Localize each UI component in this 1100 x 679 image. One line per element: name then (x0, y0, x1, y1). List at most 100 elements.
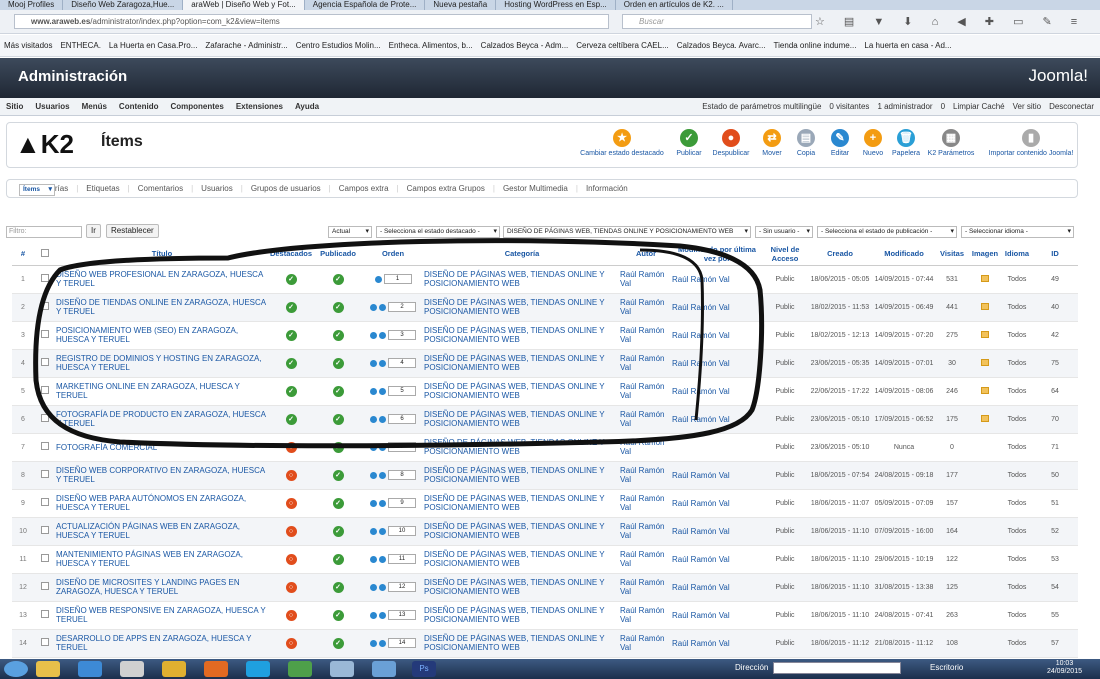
item-title-link[interactable]: DISEÑO WEB RESPONSIVE EN ZARAGOZA, HUESC… (56, 601, 268, 630)
row-checkbox[interactable] (41, 638, 49, 646)
item-title-link[interactable]: DISEÑO WEB PARA AUTÓNOMOS EN ZARAGOZA, H… (56, 489, 268, 518)
menu-item[interactable]: Ayuda (295, 98, 319, 116)
order-down-icon[interactable] (379, 471, 386, 479)
order-up-icon[interactable] (370, 331, 377, 339)
order-up-icon[interactable] (370, 639, 377, 647)
column-header[interactable]: Modificado por última vez por (672, 243, 762, 266)
row-checkbox[interactable] (41, 330, 49, 338)
order-up-icon[interactable] (374, 275, 382, 283)
author-link[interactable]: Raúl Ramón Val (620, 573, 672, 602)
menu-item[interactable]: Extensiones (236, 98, 283, 116)
toolbar-button[interactable]: ▮ Importar contenido Joomla! (985, 129, 1077, 157)
item-title-link[interactable]: DESARROLLO DE APPS EN ZARAGOZA, HUESCA Y… (56, 629, 268, 658)
published-toggle-icon[interactable]: ✓ (332, 609, 344, 621)
author-link[interactable]: Raúl Ramón Val (620, 349, 672, 378)
item-title-link[interactable]: DISEÑO WEB CORPORATIVO EN ZARAGOZA, HUES… (56, 461, 268, 490)
modified-by-link[interactable]: Raúl Ramón Val (672, 321, 762, 350)
item-title-link[interactable]: POSICIONAMIENTO WEB (SEO) EN ZARAGOZA, H… (56, 321, 268, 350)
toolbar-button[interactable]: ▤ Copia (791, 129, 821, 157)
order-input[interactable]: 3 (388, 330, 416, 340)
reset-button[interactable]: Restablecer (106, 224, 159, 238)
row-checkbox[interactable] (41, 554, 49, 562)
modified-by-link[interactable]: Raúl Ramón Val (672, 461, 762, 490)
category-link[interactable]: DISEÑO DE PÁGINAS WEB, TIENDAS ONLINE Y … (424, 293, 620, 322)
browser-tab[interactable]: Agencia Española de Prote... (305, 0, 426, 10)
row-checkbox[interactable] (41, 498, 49, 506)
author-link[interactable]: Raúl Ramón Val (620, 629, 672, 658)
column-header[interactable]: ID (1032, 243, 1078, 266)
order-input[interactable]: 11 (388, 554, 416, 564)
image-icon[interactable] (981, 302, 989, 310)
order-down-icon[interactable] (379, 499, 386, 507)
row-checkbox[interactable] (41, 414, 49, 422)
bookmark-item[interactable]: Cerveza celtíbera CAEL... (576, 41, 668, 50)
category-link[interactable]: DISEÑO DE PÁGINAS WEB, TIENDAS ONLINE Y … (424, 377, 620, 406)
order-input[interactable]: 5 (388, 386, 416, 396)
item-title-link[interactable]: DISEÑO WEB PROFESIONAL EN ZARAGOZA, HUES… (56, 265, 268, 294)
featured-toggle-icon[interactable]: ○ (285, 441, 297, 453)
published-toggle-icon[interactable]: ✓ (332, 329, 344, 341)
row-checkbox[interactable] (41, 274, 49, 282)
image-icon[interactable] (981, 274, 989, 282)
order-up-icon[interactable] (370, 303, 377, 311)
category-link[interactable]: DISEÑO DE PÁGINAS WEB, TIENDAS ONLINE Y … (424, 629, 620, 658)
browser-search-input[interactable]: Buscar (622, 14, 812, 29)
browser-tab[interactable]: Diseño Web Zaragoza,Hue... (63, 0, 184, 10)
state-select[interactable]: Actual (328, 226, 372, 238)
order-up-icon[interactable] (370, 415, 377, 423)
category-link[interactable]: DISEÑO DE PÁGINAS WEB, TIENDAS ONLINE Y … (424, 573, 620, 602)
modified-by-link[interactable]: Raúl Ramón Val (672, 629, 762, 658)
featured-toggle-icon[interactable]: ✓ (285, 385, 297, 397)
order-input[interactable]: 9 (388, 498, 416, 508)
category-link[interactable]: DISEÑO DE PÁGINAS WEB, TIENDAS ONLINE Y … (424, 265, 620, 294)
item-title-link[interactable]: REGISTRO DE DOMINIOS Y HOSTING EN ZARAGO… (56, 349, 268, 378)
order-up-icon[interactable] (370, 359, 377, 367)
media-icon[interactable] (78, 661, 102, 677)
bookmark-item[interactable]: La huerta en casa - Ad... (864, 41, 951, 50)
category-link[interactable]: DISEÑO DE PÁGINAS WEB, TIENDAS ONLINE Y … (424, 545, 620, 574)
order-up-icon[interactable] (370, 527, 377, 535)
toolbar-button[interactable]: ▦ K2 Parámetros (925, 129, 977, 157)
explorer-icon[interactable] (36, 661, 60, 677)
bookmark-item[interactable]: Más visitados (4, 41, 52, 50)
modified-by-link[interactable]: Raúl Ramón Val (672, 517, 762, 546)
item-title-link[interactable]: FOTOGRAFÍA DE PRODUCTO EN ZARAGOZA, HUES… (56, 405, 268, 434)
row-checkbox[interactable] (41, 610, 49, 618)
row-checkbox[interactable] (41, 302, 49, 310)
modified-by-link[interactable]: Raúl Ramón Val (672, 265, 762, 294)
author-link[interactable]: Raúl Ramón Val (620, 405, 672, 434)
column-header[interactable]: Modificado (872, 243, 936, 266)
go-button[interactable]: Ir (86, 224, 101, 238)
bookmark-item[interactable]: Calzados Beyca - Adm... (481, 41, 569, 50)
address-input[interactable] (773, 662, 901, 674)
browser-tab[interactable]: Nueva pestaña (425, 0, 497, 10)
featured-toggle-icon[interactable]: ○ (285, 581, 297, 593)
category-link[interactable]: DISEÑO DE PÁGINAS WEB, TIENDAS ONLINE Y … (424, 321, 620, 350)
featured-toggle-icon[interactable]: ✓ (285, 329, 297, 341)
published-toggle-icon[interactable]: ✓ (332, 637, 344, 649)
order-input[interactable]: 10 (388, 526, 416, 536)
order-input[interactable]: 1 (383, 274, 412, 284)
row-checkbox[interactable] (41, 470, 49, 478)
column-header[interactable]: Creado (808, 243, 872, 266)
published-toggle-icon[interactable]: ✓ (332, 273, 344, 285)
published-toggle-icon[interactable]: ✓ (332, 553, 344, 565)
subnav-item[interactable]: Usuarios (201, 184, 233, 193)
featured-toggle-icon[interactable]: ○ (285, 469, 297, 481)
bookmark-item[interactable]: Zafarache - Administr... (205, 41, 287, 50)
order-input[interactable]: 14 (388, 638, 416, 648)
bookmark-item[interactable]: Entheca. Alimentos, b... (389, 41, 473, 50)
bookmark-item[interactable]: Centro Estudios Molin... (296, 41, 381, 50)
status-item[interactable]: Desconectar (1049, 102, 1094, 111)
author-link[interactable]: Raúl Ramón Val (620, 545, 672, 574)
subnav-item[interactable]: Ítems (19, 184, 55, 196)
subnav-item[interactable]: Etiquetas (86, 184, 119, 193)
published-toggle-icon[interactable]: ✓ (332, 497, 344, 509)
bookmark-item[interactable]: ENTHECA. (60, 41, 100, 50)
order-input[interactable]: 4 (388, 358, 416, 368)
featured-toggle-icon[interactable]: ○ (285, 497, 297, 509)
category-link[interactable]: DISEÑO DE PÁGINAS WEB, TIENDAS ONLINE Y … (424, 461, 620, 490)
row-checkbox[interactable] (41, 442, 49, 450)
item-title-link[interactable]: ACTUALIZACIÓN PÁGINAS WEB EN ZARAGOZA, H… (56, 517, 268, 546)
subnav-item[interactable]: Información (586, 184, 628, 193)
